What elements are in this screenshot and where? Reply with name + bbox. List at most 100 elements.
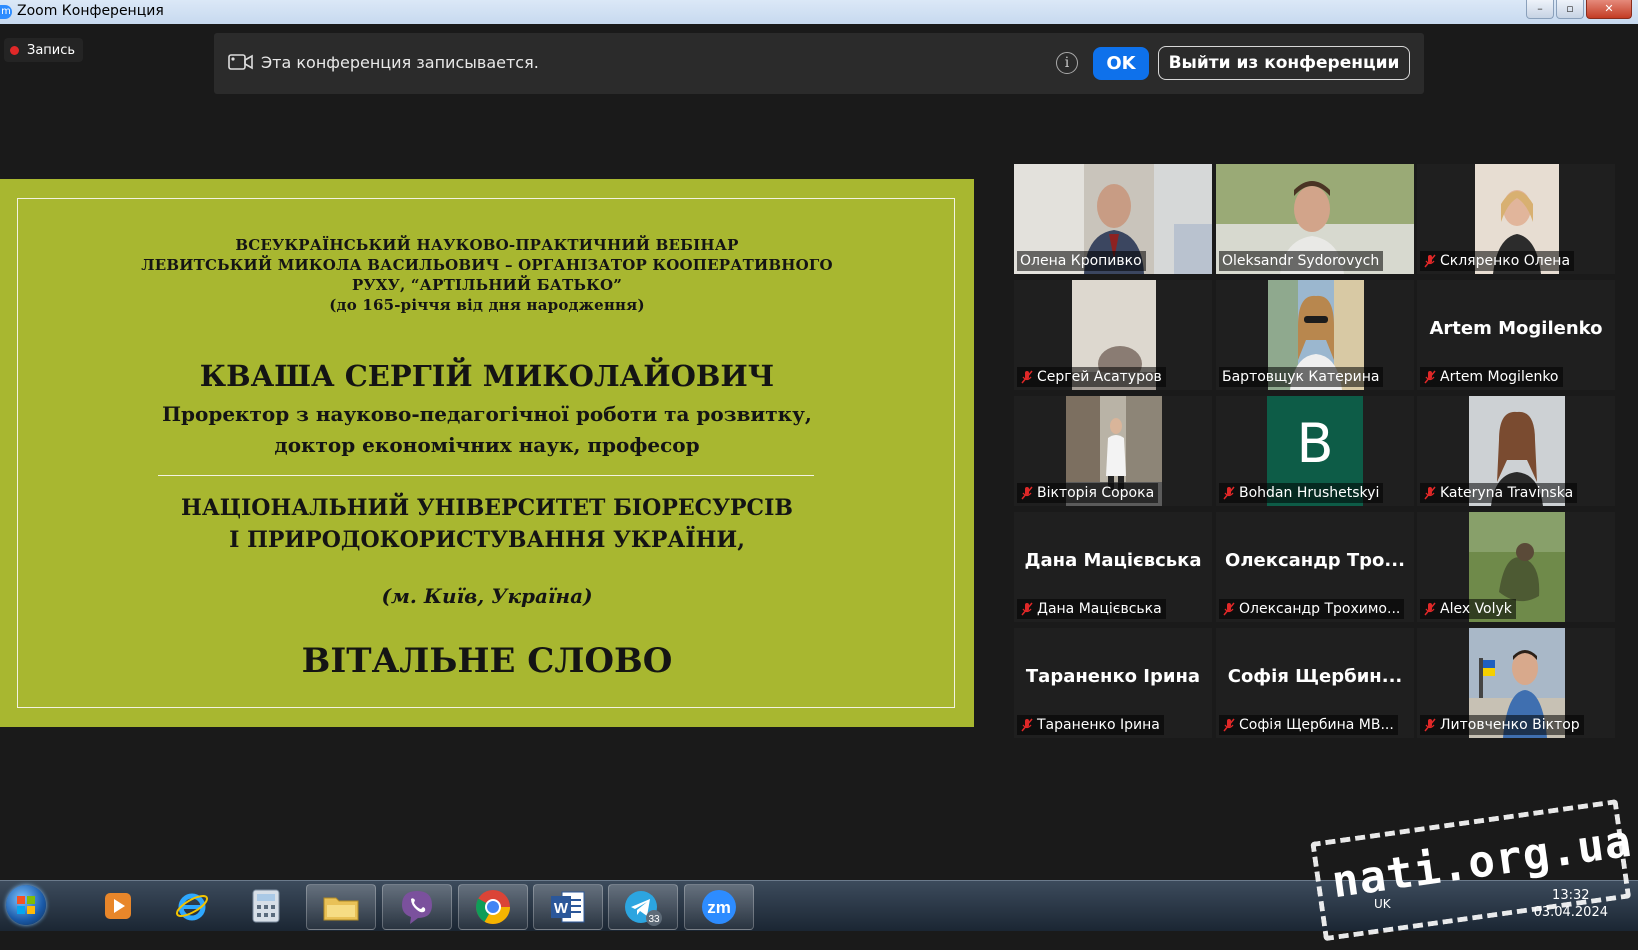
participant-name-label: Олена Кропивко: [1017, 251, 1146, 271]
participant-name: Alex Volyk: [1440, 601, 1512, 617]
participant-display-name: Софія Щербин...: [1227, 666, 1403, 687]
folder-icon: [323, 897, 359, 921]
slide-position-line1: Проректор з науково-педагогічної роботи …: [162, 402, 812, 426]
participant-tile[interactable]: Дана Мацієвська Дана Мацієвська: [1014, 512, 1212, 622]
participant-name-label: Софія Щербина МВ...: [1219, 715, 1398, 735]
participant-display-name: Artem Mogilenko: [1429, 318, 1603, 339]
slide-university-line2: І ПРИРОДОКОРИСТУВАННЯ УКРАЇНИ,: [229, 527, 745, 553]
window-title-bar: m Zoom Конференция – ▫ ✕: [0, 0, 1638, 24]
shared-screen-slide: ВСЕУКРАЇНСЬКИЙ НАУКОВО-ПРАКТИЧНИЙ ВЕБІНА…: [0, 179, 974, 727]
participant-tile[interactable]: Сергей Асатуров: [1014, 280, 1212, 390]
recording-notification-banner: Эта конференция записывается. i OK Выйти…: [214, 33, 1424, 94]
muted-mic-icon: [1021, 602, 1033, 616]
media-player-glyph-icon: [105, 893, 131, 919]
participant-tile[interactable]: Софія Щербин... Софія Щербина МВ...: [1216, 628, 1414, 738]
participant-name-label: Bohdan Hrushetskyi: [1219, 483, 1384, 503]
participant-tile[interactable]: Литовченко Віктор: [1417, 628, 1615, 738]
telegram-icon[interactable]: 33: [608, 884, 678, 930]
telegram-badge: 33: [648, 914, 660, 925]
muted-mic-icon: [1424, 370, 1436, 384]
zoom-label: zm: [707, 898, 731, 917]
participant-tile[interactable]: Скляренко Олена: [1417, 164, 1615, 274]
slide-greeting: ВІТАЛЬНЕ СЛОВО: [301, 641, 673, 681]
participant-name: Бартовщук Катерина: [1222, 369, 1380, 385]
file-explorer-icon[interactable]: [306, 884, 376, 930]
muted-mic-icon: [1424, 254, 1436, 268]
ie-glyph-icon: [175, 893, 209, 921]
participant-name: Скляренко Олена: [1440, 253, 1571, 269]
viber-icon[interactable]: [382, 884, 452, 930]
participant-tile[interactable]: Олександр Тро... Олександр Трохимо...: [1216, 512, 1414, 622]
slide-city: (м. Київ, Україна): [381, 584, 593, 608]
participant-name: Олександр Трохимо...: [1239, 601, 1401, 617]
zoom-app-icon: m: [0, 5, 12, 19]
recording-indicator[interactable]: Запись: [4, 38, 84, 62]
participant-tile[interactable]: B Bohdan Hrushetskyi: [1216, 396, 1414, 506]
participant-display-name: Дана Мацієвська: [1024, 550, 1202, 571]
muted-mic-icon: [1223, 486, 1235, 500]
leave-meeting-button[interactable]: Выйти из конференции: [1158, 46, 1410, 80]
participant-name-label: Скляренко Олена: [1420, 251, 1575, 271]
media-player-icon[interactable]: [84, 884, 152, 928]
recording-camera-icon: [228, 54, 253, 70]
participant-tile[interactable]: Вікторія Сорока: [1014, 396, 1212, 506]
word-glyph-icon: W: [551, 891, 585, 923]
participant-name-label: Олександр Трохимо...: [1219, 599, 1405, 619]
participant-name-label: Сергей Асатуров: [1017, 367, 1166, 387]
chrome-glyph-icon: [476, 890, 510, 924]
ok-button[interactable]: OK: [1093, 47, 1149, 80]
slide-speaker-name: КВАША СЕРГІЙ МИКОЛАЙОВИЧ: [199, 359, 775, 393]
muted-mic-icon: [1021, 718, 1033, 732]
participant-display-name: Тараненко Ірина: [1025, 666, 1201, 687]
participant-name-label: Artem Mogilenko: [1420, 367, 1563, 387]
participant-name-label: Alex Volyk: [1420, 599, 1516, 619]
zoom-icon[interactable]: zm: [684, 884, 754, 930]
participant-tile[interactable]: Тараненко Ірина Тараненко Ірина: [1014, 628, 1212, 738]
maximize-button[interactable]: ▫: [1556, 0, 1584, 19]
participant-tile[interactable]: Alex Volyk: [1417, 512, 1615, 622]
participant-name: Вікторія Сорока: [1037, 485, 1155, 501]
windows-logo-icon: [17, 896, 35, 914]
muted-mic-icon: [1424, 718, 1436, 732]
muted-mic-icon: [1223, 718, 1235, 732]
start-button[interactable]: [6, 885, 46, 925]
participant-name: Bohdan Hrushetskyi: [1239, 485, 1380, 501]
info-icon[interactable]: i: [1056, 52, 1078, 74]
minimize-button[interactable]: –: [1526, 0, 1554, 19]
participant-name-label: Oleksandr Sydorovych: [1219, 251, 1384, 271]
participant-display-name: Олександр Тро...: [1225, 550, 1405, 571]
participant-tile[interactable]: Олена Кропивко: [1014, 164, 1212, 274]
muted-mic-icon: [1021, 370, 1033, 384]
muted-mic-icon: [1424, 602, 1436, 616]
participant-name: Тараненко Ірина: [1037, 717, 1160, 733]
slide-header-line4: (до 165-річчя від дня народження): [329, 296, 645, 314]
calculator-icon[interactable]: [232, 884, 300, 928]
participant-name: Сергей Асатуров: [1037, 369, 1162, 385]
recording-dot-icon: [10, 45, 19, 55]
participant-name: Kateryna Travinska: [1440, 485, 1574, 501]
muted-mic-icon: [1223, 602, 1235, 616]
participant-name-label: Вікторія Сорока: [1017, 483, 1159, 503]
telegram-glyph-icon: 33: [625, 891, 662, 926]
participant-name: Софія Щербина МВ...: [1239, 717, 1394, 733]
participant-tile[interactable]: Oleksandr Sydorovych: [1216, 164, 1414, 274]
slide-header-line2: ЛЕВИТСЬКИЙ МИКОЛА ВАСИЛЬОВИЧ – ОРГАНІЗАТ…: [141, 256, 833, 274]
internet-explorer-icon[interactable]: [158, 884, 226, 928]
close-button[interactable]: ✕: [1586, 0, 1632, 19]
slide-position-line2: доктор економічних наук, професор: [274, 433, 700, 457]
participant-tile[interactable]: Бартовщук Катерина: [1216, 280, 1414, 390]
participant-name: Artem Mogilenko: [1440, 369, 1559, 385]
participant-name-label: Бартовщук Катерина: [1219, 367, 1384, 387]
slide-university-line1: НАЦІОНАЛЬНИЙ УНІВЕРСИТЕТ БІОРЕСУРСІВ: [181, 495, 793, 521]
slide-divider: [158, 475, 814, 476]
word-icon[interactable]: W: [533, 884, 603, 930]
participant-tile[interactable]: Kateryna Travinska: [1417, 396, 1615, 506]
chrome-icon[interactable]: [458, 884, 528, 930]
participant-name: Олена Кропивко: [1020, 253, 1142, 269]
slide-header-line3: РУХУ, “АРТІЛЬНИЙ БАТЬКО”: [351, 276, 623, 294]
participant-name: Дана Мацієвська: [1037, 601, 1162, 617]
participant-tile[interactable]: Artem Mogilenko Artem Mogilenko: [1417, 280, 1615, 390]
slide-header-line1: ВСЕУКРАЇНСЬКИЙ НАУКОВО-ПРАКТИЧНИЙ ВЕБІНА…: [235, 236, 739, 254]
word-letter: W: [554, 900, 569, 917]
participant-name-label: Дана Мацієвська: [1017, 599, 1166, 619]
